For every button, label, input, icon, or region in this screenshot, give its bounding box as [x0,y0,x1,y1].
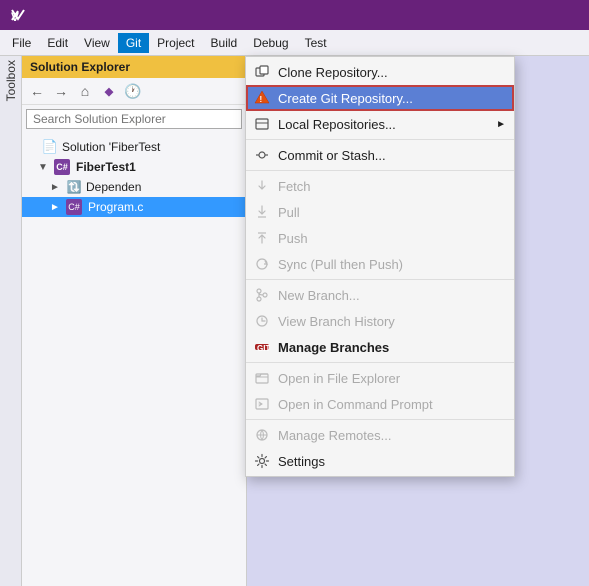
fetch-icon [252,176,272,196]
manage-remotes-icon [252,425,272,445]
dependencies-icon: 🔃 [66,179,82,195]
menu-bar: File Edit View Git Project Build Debug T… [0,30,589,56]
local-repos-arrow: ► [496,119,506,130]
manage-branches-label: Manage Branches [278,340,389,355]
cs-file-icon: C# [66,199,82,215]
git-menu-section-2: Commit or Stash... [246,139,514,170]
sol-fwd-btn[interactable]: → [50,80,72,102]
tree-item-program[interactable]: ► C# Program.c [22,197,246,217]
menu-debug[interactable]: Debug [245,33,296,53]
settings-icon [252,451,272,471]
solution-explorer-panel: Solution Explorer ← → ⌂ ◆ 🕐 📄 Solution '… [22,56,247,586]
git-clone-item[interactable]: Clone Repository... [246,59,514,85]
vs-logo-icon: V [8,5,28,25]
git-menu-section-1: Clone Repository... ! Create Git Reposit… [246,57,514,139]
svg-text:!: ! [260,95,263,104]
solution-explorer-header: Solution Explorer [22,56,246,78]
git-menu-section-4: New Branch... View Branch History GIT [246,279,514,362]
menu-edit[interactable]: Edit [39,33,76,53]
branch-icon [252,285,272,305]
tree-item-solution[interactable]: 📄 Solution 'FiberTest [22,137,246,157]
menu-view[interactable]: View [76,33,118,53]
git-fetch-item: Fetch [246,173,514,199]
git-commit-item[interactable]: Commit or Stash... [246,142,514,168]
git-pull-item: Pull [246,199,514,225]
fetch-label: Fetch [278,179,311,194]
csharp-project-icon: C# [54,159,70,175]
push-label: Push [278,231,308,246]
expand-arrow-project: ▼ [38,162,54,173]
create-repo-label: Create Git Repository... [278,91,413,106]
git-sync-item: Sync (Pull then Push) [246,251,514,277]
git-menu-section-6: Manage Remotes... Settings [246,419,514,476]
manage-remotes-label: Manage Remotes... [278,428,391,443]
git-menu-section-3: Fetch Pull Push [246,170,514,279]
manage-branches-icon: GIT [252,337,272,357]
menu-file[interactable]: File [4,33,39,53]
git-menu-section-5: Open in File Explorer Open in Command Pr… [246,362,514,419]
solution-tree: 📄 Solution 'FiberTest ▼ C# FiberTest1 ► … [22,133,246,586]
git-settings-item[interactable]: Settings [246,448,514,474]
solution-search-input[interactable] [26,109,242,129]
expand-arrow-dep: ► [50,182,66,193]
svg-text:GIT: GIT [257,344,270,353]
toolbox-sidebar[interactable]: Toolbox [0,56,22,586]
svg-text:V: V [11,10,19,24]
sync-label: Sync (Pull then Push) [278,257,403,272]
menu-project[interactable]: Project [149,33,202,53]
menu-build[interactable]: Build [203,33,246,53]
git-cmd-prompt-item: Open in Command Prompt [246,391,514,417]
sol-back-btn[interactable]: ← [26,80,48,102]
history-icon [252,311,272,331]
program-label: Program.c [88,200,143,214]
clone-label: Clone Repository... [278,65,388,80]
git-manage-remotes-item: Manage Remotes... [246,422,514,448]
git-manage-branches-item[interactable]: GIT Manage Branches [246,334,514,360]
menu-git[interactable]: Git [118,33,149,53]
sol-home-btn[interactable]: ⌂ [74,80,96,102]
git-dropdown-menu: Clone Repository... ! Create Git Reposit… [245,56,515,477]
git-local-repos-item[interactable]: Local Repositories... ► [246,111,514,137]
local-repos-label: Local Repositories... [278,117,396,132]
pull-label: Pull [278,205,300,220]
new-branch-label: New Branch... [278,288,360,303]
file-explorer-label: Open in File Explorer [278,371,400,386]
dependencies-label: Dependen [86,180,141,194]
git-create-repo-item[interactable]: ! Create Git Repository... [246,85,514,111]
sync-icon [252,254,272,274]
push-icon [252,228,272,248]
tree-item-project[interactable]: ▼ C# FiberTest1 [22,157,246,177]
clone-icon [252,62,272,82]
cmd-prompt-label: Open in Command Prompt [278,397,433,412]
git-repo-icon: ! [252,88,272,108]
git-push-item: Push [246,225,514,251]
git-file-explorer-item: Open in File Explorer [246,365,514,391]
expand-arrow-prog: ► [50,202,66,213]
toolbox-label: Toolbox [4,60,18,101]
pull-icon [252,202,272,222]
solution-label: Solution 'FiberTest [62,140,160,154]
menu-test[interactable]: Test [297,33,335,53]
git-new-branch-item: New Branch... [246,282,514,308]
cmd-prompt-icon [252,394,272,414]
title-bar: V [0,0,589,30]
tree-item-dependencies[interactable]: ► 🔃 Dependen [22,177,246,197]
solution-icon: 📄 [42,139,58,155]
solution-toolbar: ← → ⌂ ◆ 🕐 [22,78,246,105]
branch-history-label: View Branch History [278,314,395,329]
commit-label: Commit or Stash... [278,148,386,163]
sol-history-btn[interactable]: 🕐 [122,80,144,102]
settings-label: Settings [278,454,325,469]
file-explorer-icon [252,368,272,388]
git-branch-history-item: View Branch History [246,308,514,334]
sol-vs-btn[interactable]: ◆ [98,80,120,102]
local-repos-icon [252,114,272,134]
project-label: FiberTest1 [76,160,136,174]
commit-icon [252,145,272,165]
